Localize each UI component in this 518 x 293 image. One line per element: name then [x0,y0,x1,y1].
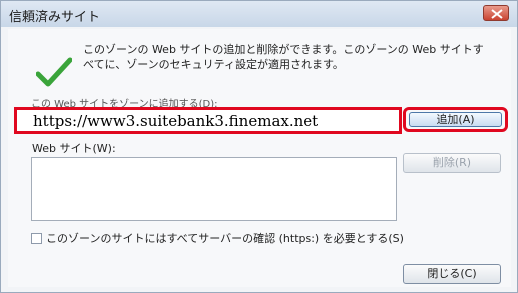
add-button-highlight: 追加(A) [403,107,508,132]
https-option[interactable]: このゾーンのサイトにはすべてサーバーの確認 (https:) を必要とする(S) [31,230,404,246]
close-window-button[interactable] [483,5,509,21]
add-site-input-value: https://www3.suitebank3.finemax.net [33,112,319,130]
checkmark-icon [36,57,72,87]
websites-list[interactable] [31,157,397,221]
add-button[interactable]: 追加(A) [409,112,502,127]
add-site-input[interactable]: https://www3.suitebank3.finemax.net [14,107,402,134]
title-bar: 信頼済みサイト [1,1,517,27]
dialog-body: このゾーンの Web サイトの追加と削除ができます。このゾーンの Web サイト… [8,29,511,287]
https-option-label: このゾーンのサイトにはすべてサーバーの確認 (https:) を必要とする(S) [46,232,404,245]
dialog-title: 信頼済みサイト [9,10,101,25]
info-line-1: このゾーンの Web サイトの追加と削除ができます。このゾーンの Web サイト… [83,43,484,56]
info-line-2: べてに、ゾーンのセキュリティ設定が適用されます。 [83,58,344,71]
https-checkbox[interactable] [31,233,42,244]
websites-label: Web サイト(W): [32,142,116,155]
info-text: このゾーンの Web サイトの追加と削除ができます。このゾーンの Web サイト… [83,42,513,72]
remove-button[interactable]: 削除(R) [403,153,501,173]
close-icon [491,9,503,19]
trusted-sites-dialog: 信頼済みサイト このゾーンの Web サイトの追加と削除ができます。このゾーンの… [0,0,518,293]
close-button[interactable]: 閉じる(C) [403,264,501,284]
